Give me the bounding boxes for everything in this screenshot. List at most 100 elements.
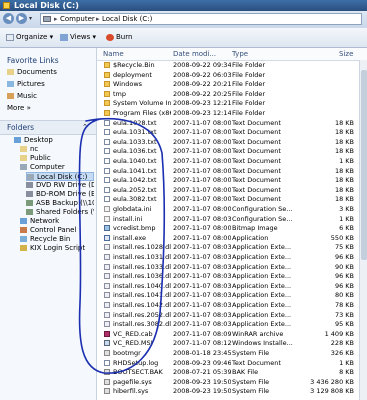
- column-headers: Name Date modi... Type Size: [97, 48, 367, 61]
- breadcrumb-local-disk[interactable]: Local Disk (C:): [102, 15, 152, 23]
- file-size: 326 KB: [330, 349, 354, 357]
- more-link[interactable]: More »: [7, 104, 31, 113]
- file-date: 2008-09-23 12:21: [173, 99, 231, 108]
- folder-icon: [27, 174, 34, 180]
- file-date: 2007-11-07 08:03: [173, 301, 231, 309]
- file-date: 2007-11-07 08:03: [173, 214, 231, 223]
- folder-icon: [20, 245, 27, 251]
- file-size: 550 KB: [330, 233, 354, 242]
- file-date: 2007-11-07 08:00: [173, 128, 231, 137]
- file-date: 2007-11-07 08:03: [173, 243, 231, 252]
- file-type: File Folder: [232, 89, 266, 98]
- more-label: More: [7, 104, 25, 112]
- file-name: hiberfil.sys: [113, 387, 149, 396]
- file-name: deployment: [113, 70, 152, 79]
- file-type: Bitmap Image: [232, 224, 278, 233]
- file-size: 228 KB: [330, 339, 354, 348]
- file-size: 18 KB: [334, 128, 354, 137]
- favorite-pictures[interactable]: Pictures: [7, 80, 45, 89]
- address-bar: ◀ ▶ ▾ ▸ Computer ▸ Local Disk (C:): [0, 11, 367, 29]
- file-row[interactable]: $Recycle.Bin 2008-09-22 09:34 File Folder: [97, 61, 367, 69]
- address-field[interactable]: ▸ Computer ▸ Local Disk (C:): [40, 13, 362, 25]
- file-type: Text Document: [232, 358, 281, 367]
- file-date: 2007-11-07 08:00: [173, 118, 231, 127]
- file-size: 96 KB: [334, 281, 354, 290]
- file-size: 1 KB: [339, 157, 354, 165]
- file-type: WinRAR archive: [232, 329, 284, 338]
- file-date: 2007-11-07 08:09: [173, 329, 231, 338]
- file-size: 96 KB: [334, 253, 354, 261]
- file-type: Application Exte...: [232, 320, 292, 329]
- tree-item-label: Network: [30, 217, 60, 225]
- favorite-documents[interactable]: Documents: [7, 68, 57, 77]
- tree-item-label: Public: [30, 154, 51, 162]
- file-date: 2007-11-07 08:00: [173, 176, 231, 185]
- file-type: Application Exte...: [232, 281, 292, 290]
- folder-icon: [26, 200, 33, 206]
- tree-item-label: Recycle Bin: [30, 235, 71, 243]
- crumb-separator-icon: ▸: [96, 15, 100, 23]
- vertical-scrollbar[interactable]: [359, 60, 367, 400]
- forward-button[interactable]: ▶: [16, 13, 27, 24]
- file-size: 18 KB: [334, 147, 354, 156]
- file-row[interactable]: Windows 2008-09-22 20:21 File Folder: [97, 80, 367, 88]
- file-type: Text Document: [232, 128, 281, 137]
- file-date: 2008-07-21 05:39: [173, 368, 231, 377]
- file-type: File Folder: [232, 80, 266, 89]
- column-size[interactable]: Size: [339, 50, 353, 58]
- hand-drawn-circle-annotation: [78, 117, 165, 374]
- file-row[interactable]: hiberfil.sys 2008-09-23 19:50 System File 3…: [97, 387, 367, 395]
- file-type: Application Exte...: [232, 291, 292, 300]
- burn-button[interactable]: Burn: [106, 32, 132, 43]
- file-name: $Recycle.Bin: [113, 61, 155, 69]
- scroll-thumb[interactable]: [361, 70, 367, 260]
- pictures-icon: [7, 81, 14, 87]
- favorite-label: Music: [17, 92, 37, 100]
- back-button[interactable]: ◀: [3, 13, 14, 24]
- file-date: 2008-09-23 12:14: [173, 109, 231, 117]
- file-date: 2007-11-07 08:03: [173, 320, 231, 329]
- file-name: System Volume Infor...: [113, 99, 171, 108]
- column-date[interactable]: Date modi...: [173, 50, 216, 58]
- file-date: 2007-11-07 08:00: [173, 224, 231, 233]
- favorite-music[interactable]: Music: [7, 92, 37, 101]
- views-icon: [60, 33, 68, 41]
- window-title: Local Disk (C:): [14, 1, 79, 10]
- file-date: 2008-09-23 19:50: [173, 377, 231, 386]
- file-size: 6 KB: [339, 224, 354, 233]
- tree-item-label: Desktop: [24, 136, 53, 144]
- breadcrumb-computer[interactable]: Computer: [60, 15, 95, 23]
- file-date: 2008-09-22 06:03: [173, 70, 231, 79]
- burn-label: Burn: [116, 33, 133, 41]
- file-type: Application Exte...: [232, 253, 292, 261]
- file-date: 2007-11-07 08:03: [173, 291, 231, 300]
- organize-button[interactable]: Organize ▾: [6, 32, 53, 43]
- file-size: 18 KB: [334, 185, 354, 194]
- file-size: 18 KB: [334, 137, 354, 146]
- file-size: 8 KB: [339, 368, 354, 377]
- file-row[interactable]: deployment 2008-09-22 06:03 File Folder: [97, 71, 367, 79]
- column-name[interactable]: Name: [103, 50, 124, 58]
- column-type[interactable]: Type: [232, 50, 248, 58]
- file-size: 78 KB: [334, 301, 354, 309]
- file-type: Configuration Se...: [232, 214, 293, 223]
- file-row[interactable]: System Volume Infor...2008-09-23 12:21Fi…: [97, 99, 367, 107]
- folder-icon: [20, 227, 27, 233]
- recent-pages-chevron-icon[interactable]: ▾: [29, 15, 32, 22]
- sys-file-icon: [104, 388, 110, 395]
- file-size: 18 KB: [334, 176, 354, 185]
- folder-file-icon: [104, 62, 110, 68]
- file-row[interactable]: tmp 2008-09-22 20:25 File Folder: [97, 90, 367, 98]
- favorite-label: Documents: [17, 68, 57, 76]
- file-date: 2007-11-07 08:03: [173, 262, 231, 271]
- views-button[interactable]: Views ▾: [60, 32, 96, 43]
- folder-file-icon: [104, 90, 110, 97]
- chevron-right-icon: »: [26, 104, 31, 112]
- file-size: 18 KB: [334, 166, 354, 175]
- title-bar: Local Disk (C:): [0, 0, 367, 11]
- views-label: Views: [70, 33, 91, 41]
- file-type: Text Document: [232, 157, 281, 165]
- file-size: 1 KB: [339, 214, 354, 223]
- file-size: 18 KB: [334, 195, 354, 204]
- file-date: 2008-01-18 23:45: [173, 349, 231, 357]
